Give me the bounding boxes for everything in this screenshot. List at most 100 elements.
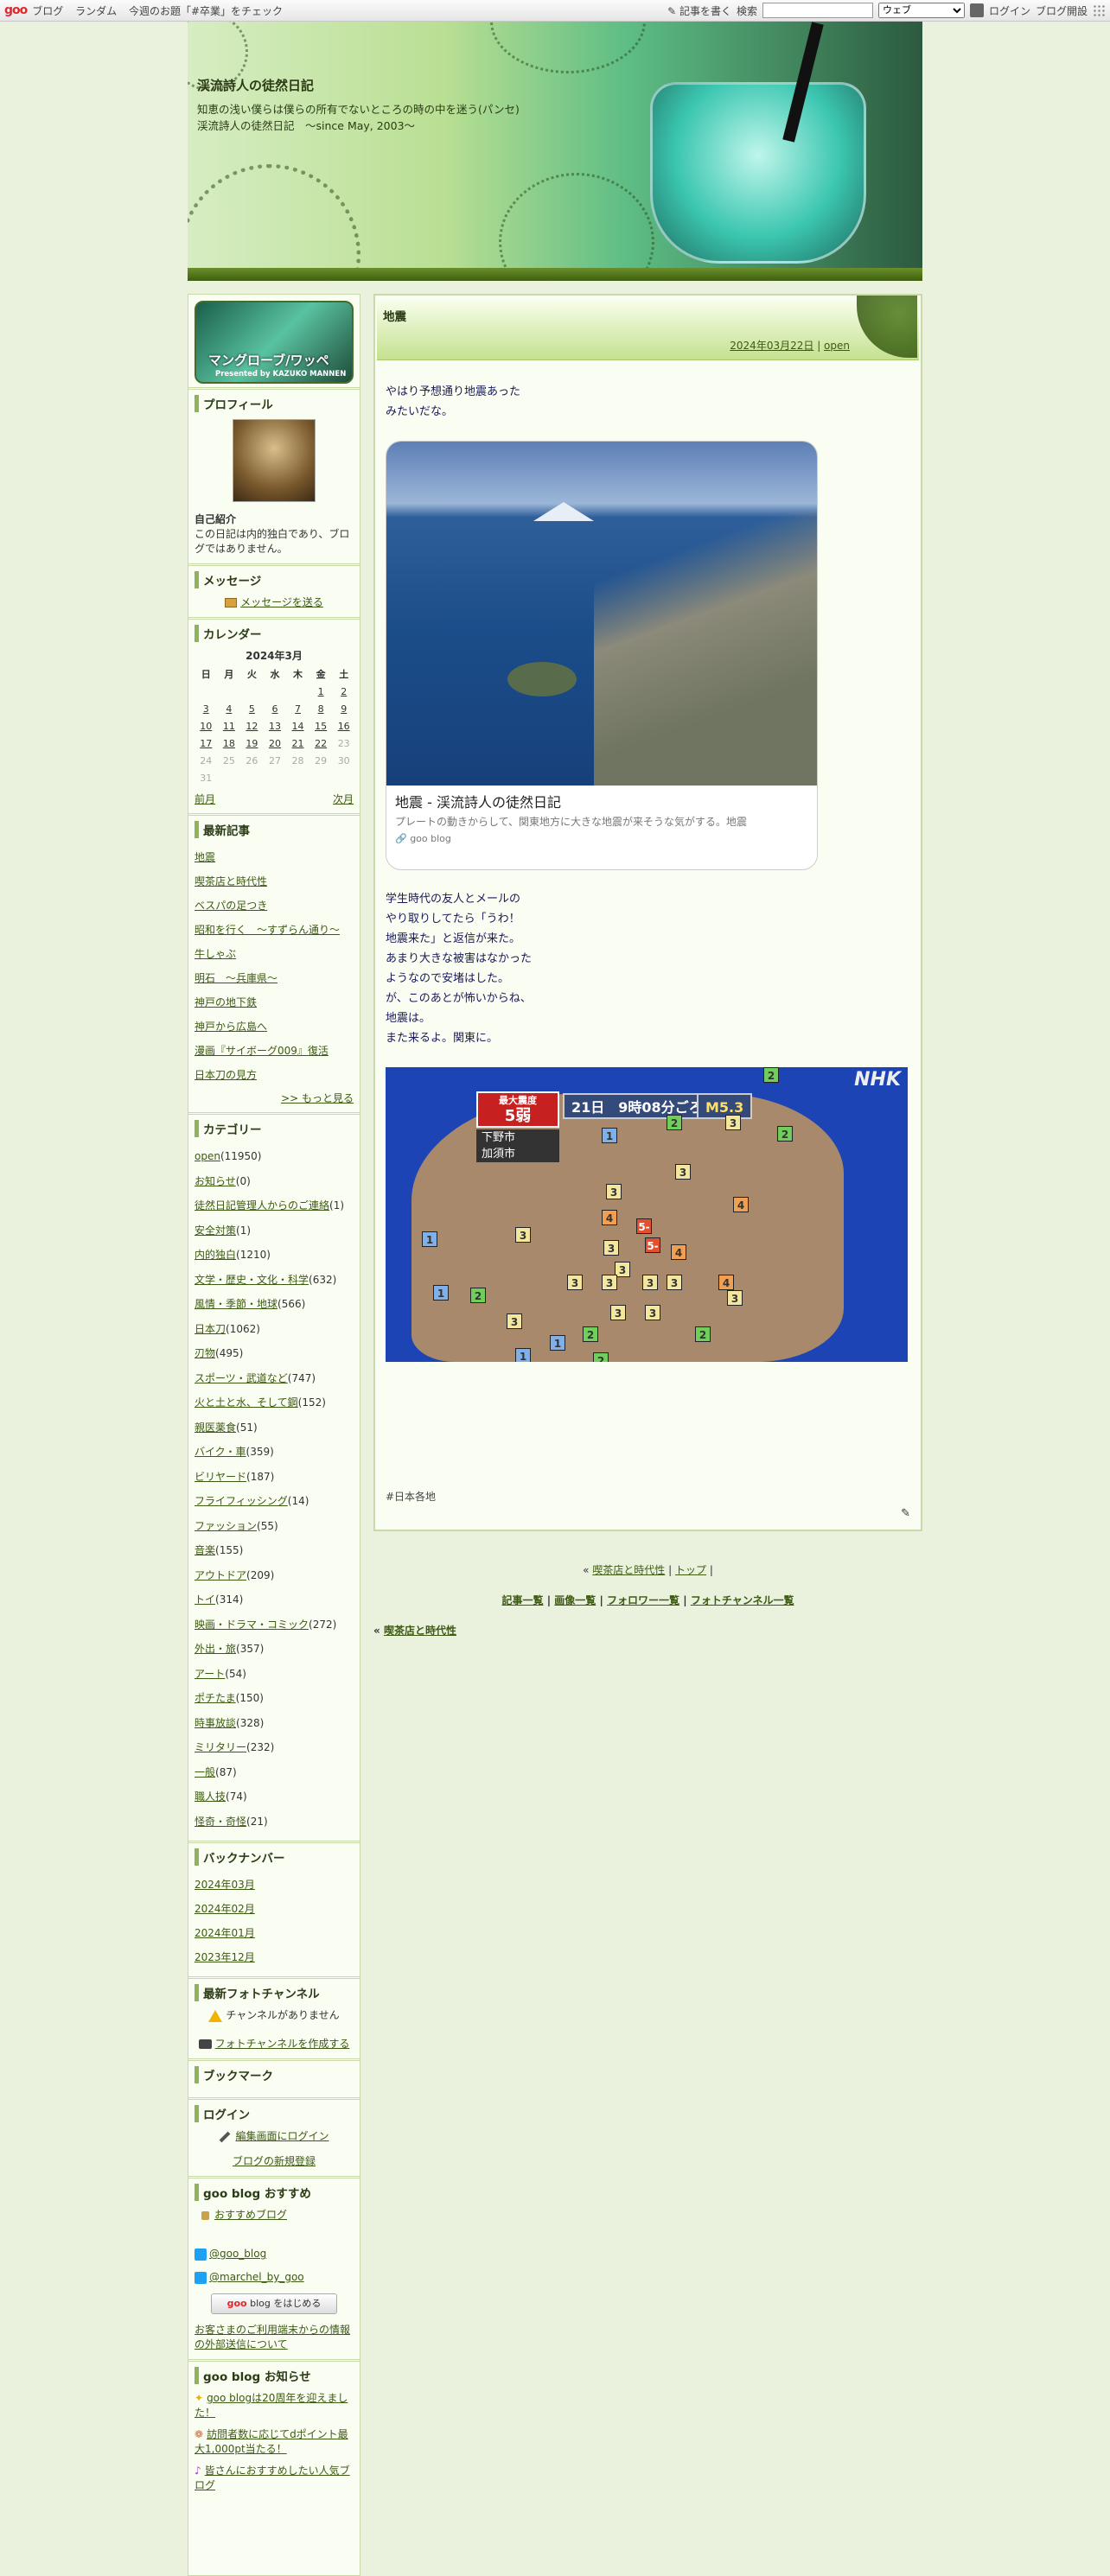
- calendar-day[interactable]: 4: [218, 700, 241, 717]
- calendar-prev-link[interactable]: 前月: [195, 792, 215, 806]
- category-link[interactable]: アート: [195, 1668, 225, 1680]
- send-message-link[interactable]: メッセージを送る: [240, 596, 323, 608]
- category-link[interactable]: アウトドア: [195, 1569, 246, 1581]
- calendar-day[interactable]: 6: [264, 700, 287, 717]
- category-link[interactable]: 火と土と水、そして鋼: [195, 1396, 298, 1409]
- create-photochannel-link[interactable]: フォトチャンネルを作成する: [215, 2038, 350, 2050]
- calendar-day[interactable]: 3: [195, 700, 218, 717]
- calendar-day[interactable]: 7: [286, 700, 309, 717]
- category-link[interactable]: 日本刀: [195, 1323, 226, 1335]
- calendar-day[interactable]: 31: [195, 769, 218, 786]
- search-scope-select[interactable]: ウェブ: [877, 3, 965, 18]
- calendar-day[interactable]: 13: [264, 717, 287, 735]
- category-link[interactable]: 文学・歴史・文化・科学: [195, 1274, 309, 1286]
- top-link[interactable]: トップ: [675, 1564, 706, 1576]
- calendar-day[interactable]: 22: [309, 735, 333, 752]
- edit-login-link[interactable]: 編集画面にログイン: [235, 2130, 329, 2142]
- recent-article-link[interactable]: ベスパの足つき: [195, 894, 354, 918]
- recent-article-link[interactable]: 漫画『サイボーグ009』復活: [195, 1039, 354, 1063]
- calendar-day[interactable]: 24: [195, 752, 218, 769]
- calendar-day[interactable]: 8: [309, 700, 333, 717]
- category-link[interactable]: ポチたま: [195, 1692, 236, 1704]
- news-item-link[interactable]: 皆さんにおすすめしたい人気ブログ: [195, 2465, 350, 2491]
- calendar-day[interactable]: 14: [286, 717, 309, 735]
- category-link[interactable]: 刃物: [195, 1347, 215, 1359]
- calendar-day[interactable]: 10: [195, 717, 218, 735]
- calendar-day[interactable]: 16: [332, 717, 355, 735]
- calendar-day[interactable]: 18: [218, 735, 241, 752]
- recent-article-link[interactable]: 昭和を行く ～すずらん通り～: [195, 918, 354, 942]
- recent-article-link[interactable]: 神戸から広島へ: [195, 1014, 354, 1039]
- entry-tag[interactable]: #日本各地: [386, 1489, 436, 1504]
- calendar-day[interactable]: 28: [286, 752, 309, 769]
- calendar-day[interactable]: 12: [240, 717, 264, 735]
- category-link[interactable]: open: [195, 1150, 220, 1162]
- recent-article-link[interactable]: 日本刀の見方: [195, 1063, 354, 1087]
- calendar-day[interactable]: 27: [264, 752, 287, 769]
- open-blog-link[interactable]: ブログ開設: [1036, 3, 1088, 18]
- twitter-goo-blog-link[interactable]: @goo_blog: [209, 2248, 266, 2260]
- start-blog-button[interactable]: goo blog をはじめる: [211, 2293, 337, 2314]
- entry-date-link[interactable]: 2024年03月22日: [730, 340, 813, 352]
- category-link[interactable]: 徒然日記管理人からのご連絡: [195, 1199, 329, 1212]
- calendar-day[interactable]: 20: [264, 735, 287, 752]
- recent-article-link[interactable]: 喫茶店と時代性: [195, 869, 354, 894]
- category-link[interactable]: ミリタリー: [195, 1741, 246, 1753]
- calendar-day[interactable]: 5: [240, 700, 264, 717]
- menu-grid-icon[interactable]: [1093, 4, 1105, 16]
- sidebar-banner[interactable]: マングローブ/ワッペ Presented by KAZUKO MANNEN: [195, 301, 354, 384]
- external-transmission-link[interactable]: お客さまのご利用端末からの情報の外部送信について: [195, 2324, 350, 2350]
- calendar-day[interactable]: 1: [309, 683, 333, 700]
- image-list-link[interactable]: 画像一覧: [554, 1594, 596, 1606]
- category-link[interactable]: バイク・車: [195, 1446, 246, 1458]
- edit-pencil-icon[interactable]: ✎: [901, 1507, 910, 1520]
- category-link[interactable]: 風情・季節・地球: [195, 1298, 278, 1310]
- entry-category-link[interactable]: open: [824, 340, 850, 352]
- backnumber-item[interactable]: 2024年03月: [195, 1873, 354, 1897]
- category-link[interactable]: 時事放談: [195, 1717, 236, 1729]
- category-link[interactable]: スポーツ・武道など: [195, 1372, 288, 1384]
- calendar-day[interactable]: 29: [309, 752, 333, 769]
- category-link[interactable]: ビリヤード: [195, 1471, 246, 1483]
- backnumber-item[interactable]: 2023年12月: [195, 1945, 354, 1969]
- news-item-link[interactable]: 訪問者数に応じてdポイント最大1,000pt当たる！: [195, 2428, 348, 2455]
- category-link[interactable]: 怪奇・奇怪: [195, 1816, 246, 1828]
- recent-article-link[interactable]: 牛しゃぶ: [195, 942, 354, 966]
- calendar-day[interactable]: 15: [309, 717, 333, 735]
- calendar-day[interactable]: 11: [218, 717, 241, 735]
- nav-weekly-topic[interactable]: 今週のお題「#卒業」をチェック: [129, 5, 283, 17]
- entry-title[interactable]: 地震: [383, 307, 406, 324]
- back-article-link[interactable]: 喫茶店と時代性: [384, 1625, 456, 1637]
- photochannel-list-link[interactable]: フォトチャンネル一覧: [691, 1594, 794, 1606]
- nav-random[interactable]: ランダム: [75, 5, 117, 17]
- calendar-day[interactable]: 23: [332, 735, 355, 752]
- register-blog-link[interactable]: ブログの新規登録: [233, 2155, 316, 2167]
- calendar-day[interactable]: 17: [195, 735, 218, 752]
- goo-logo[interactable]: goo: [4, 3, 28, 17]
- search-input[interactable]: [762, 3, 873, 18]
- recent-article-link[interactable]: 地震: [195, 845, 354, 869]
- recent-article-link[interactable]: 明石 ～兵庫県～: [195, 966, 354, 990]
- search-icon[interactable]: [969, 3, 984, 17]
- nav-blog[interactable]: ブログ: [32, 5, 63, 17]
- recent-article-link[interactable]: 神戸の地下鉄: [195, 990, 354, 1014]
- write-article-link[interactable]: ✎ 記事を書く: [667, 3, 731, 18]
- more-articles-link[interactable]: >> もっと見る: [281, 1092, 354, 1104]
- follower-list-link[interactable]: フォロワー一覧: [607, 1594, 679, 1606]
- news-item-link[interactable]: goo blogは20周年を迎えました！: [195, 2392, 348, 2419]
- login-link[interactable]: ログイン: [989, 3, 1030, 18]
- category-link[interactable]: ファッション: [195, 1520, 257, 1532]
- twitter-marchel-link[interactable]: @marchel_by_goo: [209, 2271, 304, 2283]
- calendar-day[interactable]: 19: [240, 735, 264, 752]
- calendar-day[interactable]: 26: [240, 752, 264, 769]
- calendar-day[interactable]: 2: [332, 683, 355, 700]
- category-link[interactable]: トイ: [195, 1593, 215, 1606]
- calendar-next-link[interactable]: 次月: [333, 792, 354, 806]
- category-link[interactable]: 内的独白: [195, 1249, 236, 1261]
- category-link[interactable]: お知らせ: [195, 1175, 236, 1187]
- calendar-day[interactable]: 21: [286, 735, 309, 752]
- category-link[interactable]: 職人技: [195, 1790, 226, 1803]
- blog-title[interactable]: 渓流詩人の徒然日記: [197, 76, 314, 94]
- category-link[interactable]: 安全対策: [195, 1224, 236, 1237]
- calendar-day[interactable]: 25: [218, 752, 241, 769]
